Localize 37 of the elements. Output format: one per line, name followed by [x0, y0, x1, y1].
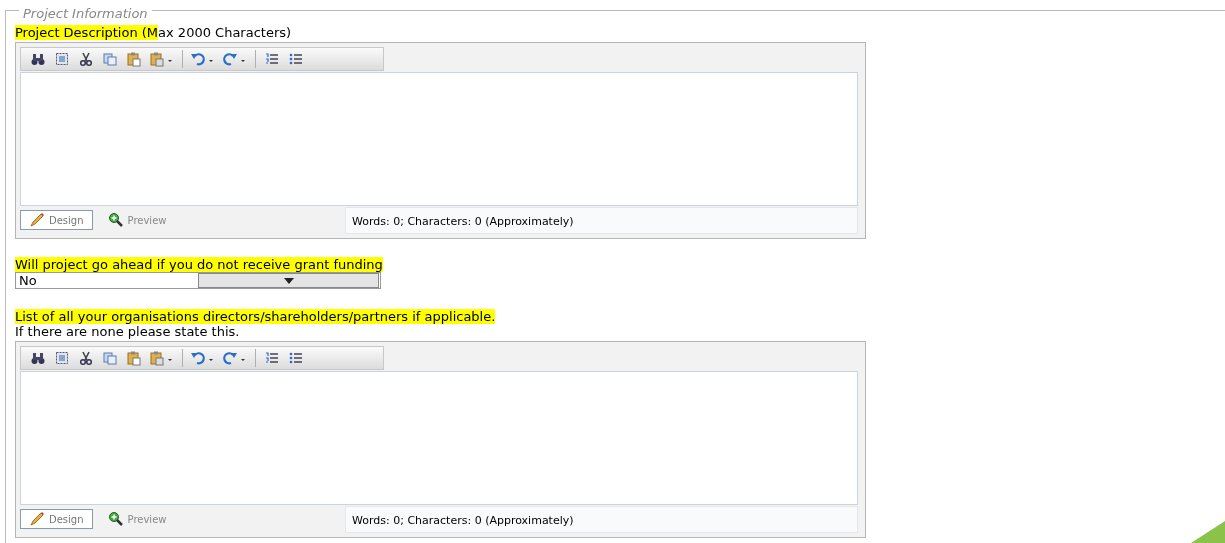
numbered-list-icon — [264, 51, 280, 67]
redo-icon — [222, 350, 248, 366]
design-tab[interactable]: Design — [20, 210, 93, 230]
paste-icon — [126, 51, 142, 67]
design-tab[interactable]: Design — [20, 509, 93, 529]
word-count-text: Words: 0; Characters: 0 (Approximately) — [345, 206, 858, 234]
corner-triangle-icon — [1191, 521, 1225, 543]
undo-icon — [190, 51, 216, 67]
binoculars-icon — [30, 350, 46, 366]
word-count-text: Words: 0; Characters: 0 (Approximately) — [345, 505, 858, 533]
field-label: List of all your organisations directors/shareholders/partners if applicable. — [15, 309, 496, 324]
preview-tab[interactable]: Preview — [98, 509, 176, 529]
field-label: Project Description (Max 2000 Characters) — [15, 25, 292, 40]
select-all-icon — [54, 350, 70, 366]
field-label: Will project go ahead if you do not receive grant funding — [15, 257, 383, 272]
numbered-list-icon — [264, 350, 280, 366]
undo-icon — [190, 350, 216, 366]
scissors-icon — [78, 51, 94, 67]
scissors-icon — [78, 350, 94, 366]
copy-icon — [102, 350, 118, 366]
paste-icon — [149, 350, 175, 366]
bullet-list-icon — [288, 51, 304, 67]
funding-dropdown[interactable]: No — [15, 272, 381, 289]
redo-icon — [222, 51, 248, 67]
select-all-icon — [54, 51, 70, 67]
binoculars-icon — [30, 51, 46, 67]
pencil-icon — [29, 511, 45, 527]
bullet-list-icon — [288, 350, 304, 366]
copy-icon — [102, 51, 118, 67]
fieldset-legend: Project Information — [19, 6, 152, 21]
paste-icon — [149, 51, 175, 67]
pencil-icon — [29, 212, 45, 228]
preview-tab[interactable]: Preview — [98, 210, 176, 230]
field-note: If there are none please state this. — [15, 324, 240, 339]
paste-icon — [126, 350, 142, 366]
magnifier-icon — [107, 511, 124, 527]
magnifier-icon — [107, 212, 124, 228]
